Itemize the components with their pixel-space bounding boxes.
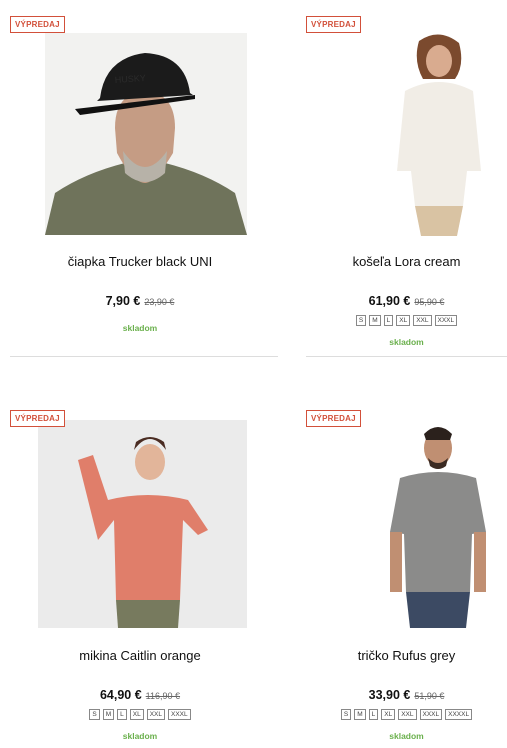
sale-badge: VÝPREDAJ (10, 16, 65, 33)
current-price: 7,90 € (105, 294, 141, 308)
size-option[interactable]: S (340, 709, 352, 720)
size-option[interactable]: XL (129, 709, 144, 720)
size-option[interactable]: XXXL (419, 709, 443, 720)
size-option[interactable]: S (355, 315, 367, 326)
price-block: 64,90 €116,90 € (10, 688, 270, 702)
size-option[interactable]: XXL (146, 709, 165, 720)
old-price: 116,90 € (145, 691, 181, 701)
size-option[interactable]: L (117, 709, 127, 720)
product-image[interactable]: HUSKY (45, 33, 247, 235)
size-option[interactable]: S (89, 709, 100, 720)
size-option[interactable]: XXXXL (445, 709, 473, 720)
old-price: 51,90 € (414, 691, 445, 701)
product-title[interactable]: mikina Caitlin orange (10, 648, 270, 663)
size-option[interactable]: M (102, 709, 115, 720)
size-list: S M L XL XXL XXXL (10, 709, 270, 720)
size-option[interactable]: XXXL (434, 315, 458, 326)
size-option[interactable]: XXL (413, 315, 432, 326)
size-option[interactable]: XL (396, 315, 411, 326)
size-option[interactable]: M (369, 315, 381, 326)
current-price: 33,90 € (368, 688, 411, 702)
price-block: 33,90 €51,90 € (306, 688, 507, 702)
product-image[interactable] (38, 420, 247, 628)
size-option[interactable]: XXL (398, 709, 417, 720)
stock-status: skladom (122, 323, 158, 333)
product-title[interactable]: košeľa Lora cream (306, 254, 507, 269)
product-image[interactable] (386, 422, 490, 628)
sale-badge: VÝPREDAJ (306, 16, 361, 33)
price-block: 7,90 €23,90 € (10, 294, 270, 308)
product-title[interactable]: čiapka Trucker black UNI (10, 254, 270, 269)
old-price: 23,90 € (144, 297, 175, 307)
stock-status: skladom (122, 731, 158, 741)
size-list: S M L XL XXL XXXL (306, 315, 507, 326)
size-option[interactable]: L (383, 315, 394, 326)
product-image[interactable] (391, 31, 487, 236)
price-block: 61,90 €95,90 € (306, 294, 507, 308)
stock-status: skladom (389, 731, 424, 741)
sale-badge: VÝPREDAJ (10, 410, 65, 427)
size-option[interactable]: L (368, 709, 379, 720)
size-option[interactable]: XL (381, 709, 396, 720)
divider (10, 356, 278, 357)
stock-status: skladom (389, 337, 424, 347)
size-option[interactable]: M (354, 709, 366, 720)
size-list: S M L XL XXL XXXL XXXXL (306, 709, 507, 720)
current-price: 61,90 € (368, 294, 411, 308)
sale-badge: VÝPREDAJ (306, 410, 361, 427)
current-price: 64,90 € (99, 688, 142, 702)
old-price: 95,90 € (414, 297, 445, 307)
divider (306, 356, 507, 357)
product-title[interactable]: tričko Rufus grey (306, 648, 507, 663)
size-option[interactable]: XXXL (168, 709, 191, 720)
